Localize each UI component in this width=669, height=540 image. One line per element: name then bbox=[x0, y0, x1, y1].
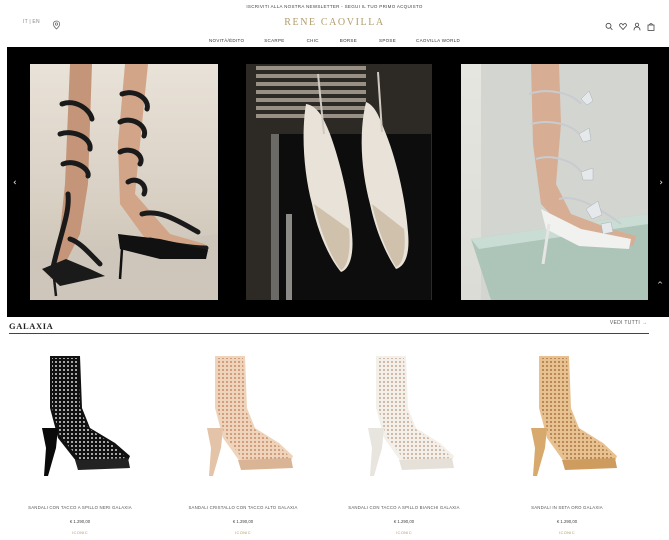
product-name[interactable]: SANDALI CON TACCO A SPILLO NERI GALAXIA bbox=[0, 505, 160, 510]
product-price: € 1.290,00 bbox=[69, 519, 91, 524]
nav-item-caovilla-world[interactable]: CAOVILLA WORLD bbox=[416, 35, 460, 46]
product-badge: ICONIC bbox=[559, 530, 575, 535]
bag-icon[interactable] bbox=[647, 18, 655, 31]
product-card[interactable]: SANDALI CON TACCO A SPILLO NERI GALAXIA … bbox=[0, 344, 160, 540]
product-image[interactable] bbox=[30, 348, 140, 478]
product-badge: ICONIC bbox=[396, 530, 412, 535]
hero-image-crystal-pumps[interactable] bbox=[246, 64, 432, 300]
nav-item-new[interactable]: NOVITÀ/ÉDITO bbox=[209, 35, 244, 46]
view-all-link[interactable]: VEDI TUTTI → bbox=[610, 320, 647, 326]
product-name[interactable]: SANDALI CON TACCO A SPILLO BIANCHI GALAX… bbox=[324, 505, 484, 510]
brand-logo[interactable]: RENE CAOVILLA bbox=[0, 17, 669, 28]
main-navigation: NOVITÀ/ÉDITO SCARPE CHIC BORSE SPOSE CAO… bbox=[0, 35, 669, 46]
header-icons bbox=[605, 18, 655, 31]
product-price: € 1.290,00 bbox=[393, 519, 415, 524]
hero-image-silver-butterfly-sandal[interactable] bbox=[461, 64, 648, 300]
product-price: € 1.290,00 bbox=[232, 519, 254, 524]
carousel-prev-icon[interactable]: ‹ bbox=[13, 178, 17, 188]
product-badge: ICONIC bbox=[72, 530, 88, 535]
product-image[interactable] bbox=[193, 348, 303, 478]
user-icon[interactable] bbox=[633, 18, 641, 31]
heart-icon[interactable] bbox=[619, 18, 627, 31]
section-divider bbox=[9, 333, 649, 334]
nav-item-bridal[interactable]: SPOSE bbox=[379, 35, 396, 46]
carousel-next-icon[interactable]: › bbox=[659, 178, 663, 188]
site-header: IT | EN RENE CAOVILLA bbox=[0, 13, 669, 35]
product-card[interactable]: SANDALI CON TACCO A SPILLO BIANCHI GALAX… bbox=[324, 344, 484, 540]
product-card[interactable]: SANDALI IN SETA ORO GALAXIA € 1.290,00 I… bbox=[487, 344, 647, 540]
hero-image-black-snake-sandal[interactable] bbox=[30, 64, 218, 300]
hero-carousel: ‹ › ^ bbox=[7, 47, 669, 317]
nav-item-bags[interactable]: BORSE bbox=[340, 35, 357, 46]
nav-item-chic[interactable]: CHIC bbox=[307, 35, 319, 46]
scroll-to-top-icon[interactable]: ^ bbox=[657, 281, 663, 289]
product-price: € 1.290,00 bbox=[556, 519, 578, 524]
product-image[interactable] bbox=[517, 348, 627, 478]
product-name[interactable]: SANDALI CRISTALLO CON TACCO ALTO GALAXIA bbox=[163, 505, 323, 510]
product-badge: ICONIC bbox=[235, 530, 251, 535]
announcement-text[interactable]: ISCRIVITI ALLA NOSTRA NEWSLETTER - SEGUI… bbox=[246, 4, 422, 9]
product-name[interactable]: SANDALI IN SETA ORO GALAXIA bbox=[487, 505, 647, 510]
nav-item-shoes[interactable]: SCARPE bbox=[264, 35, 284, 46]
product-image[interactable] bbox=[354, 348, 464, 478]
section-title: GALAXIA bbox=[9, 321, 54, 331]
top-announcement-bar: ISCRIVITI ALLA NOSTRA NEWSLETTER - SEGUI… bbox=[0, 0, 669, 13]
product-card[interactable]: SANDALI CRISTALLO CON TACCO ALTO GALAXIA… bbox=[163, 344, 323, 540]
search-icon[interactable] bbox=[605, 18, 613, 31]
